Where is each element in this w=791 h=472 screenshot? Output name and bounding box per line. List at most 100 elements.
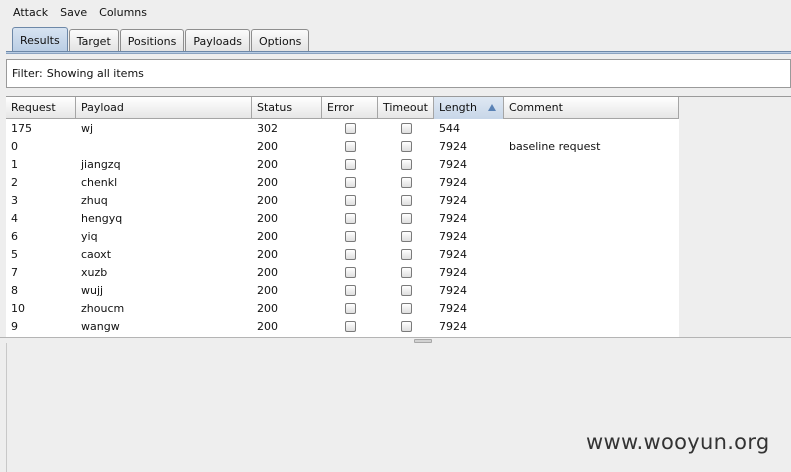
timeout-checkbox	[401, 303, 412, 314]
timeout-checkbox	[401, 177, 412, 188]
table-row[interactable]: 2 chenkl 200 7924	[6, 174, 679, 192]
cell-comment	[504, 282, 679, 300]
timeout-checkbox	[401, 321, 412, 332]
cell-payload: zhuq	[81, 194, 108, 207]
timeout-checkbox	[401, 123, 412, 134]
cell-payload: chenkl	[81, 176, 118, 189]
tab-target[interactable]: Target	[68, 29, 119, 52]
cell-request: 5	[11, 248, 18, 261]
tab-bar: Results Target Positions Payloads Option…	[12, 27, 310, 52]
column-header-error[interactable]: Error	[322, 97, 378, 119]
filter-label: Filter:	[12, 67, 43, 80]
cell-length: 7924	[439, 230, 467, 243]
error-checkbox	[345, 231, 356, 242]
cell-request: 6	[11, 230, 18, 243]
cell-payload: xuzb	[81, 266, 108, 279]
cell-status: 200	[257, 320, 278, 333]
cell-payload: caoxt	[81, 248, 112, 261]
cell-comment	[504, 120, 679, 138]
tab-options[interactable]: Options	[250, 29, 310, 52]
cell-length: 7924	[439, 158, 467, 171]
menu-save[interactable]: Save	[54, 6, 93, 19]
column-header-status[interactable]: Status	[252, 97, 322, 119]
timeout-checkbox	[401, 267, 412, 278]
cell-length: 7924	[439, 212, 467, 225]
table-row[interactable]: 9 wangw 200 7924	[6, 318, 679, 336]
cell-payload: wujj	[81, 284, 104, 297]
cell-status: 200	[257, 230, 278, 243]
cell-comment	[504, 228, 679, 246]
cell-length: 7924	[439, 266, 467, 279]
column-header-comment[interactable]: Comment	[504, 97, 679, 119]
cell-request: 175	[11, 122, 32, 135]
error-checkbox	[345, 267, 356, 278]
cell-status: 200	[257, 266, 278, 279]
cell-status: 200	[257, 284, 278, 297]
error-checkbox	[345, 123, 356, 134]
table-row[interactable]: 7 xuzb 200 7924	[6, 264, 679, 282]
cell-request: 2	[11, 176, 18, 189]
table-row[interactable]: 1 jiangzq 200 7924	[6, 156, 679, 174]
cell-payload: zhoucm	[81, 302, 125, 315]
cell-length: 7924	[439, 194, 467, 207]
cell-request: 10	[11, 302, 25, 315]
table-row[interactable]: 6 yiq 200 7924	[6, 228, 679, 246]
table-row[interactable]: 10 zhoucm 200 7924	[6, 300, 679, 318]
cell-length: 7924	[439, 248, 467, 261]
table-row[interactable]: 8 wujj 200 7924	[6, 282, 679, 300]
cell-payload: wangw	[81, 320, 120, 333]
timeout-checkbox	[401, 213, 412, 224]
column-header-length[interactable]: Length	[434, 97, 504, 119]
cell-payload	[76, 138, 252, 156]
cell-payload: wj	[81, 122, 94, 135]
cell-comment	[504, 318, 679, 336]
column-header-request[interactable]: Request	[6, 97, 76, 119]
error-checkbox	[345, 159, 356, 170]
column-header-timeout[interactable]: Timeout	[378, 97, 434, 119]
cell-request: 1	[11, 158, 18, 171]
cell-comment	[504, 192, 679, 210]
tab-payloads[interactable]: Payloads	[185, 29, 250, 52]
cell-status: 200	[257, 302, 278, 315]
cell-comment	[504, 300, 679, 318]
menu-attack[interactable]: Attack	[7, 6, 54, 19]
column-header-payload[interactable]: Payload	[76, 97, 252, 119]
error-checkbox	[345, 141, 356, 152]
cell-length: 7924	[439, 176, 467, 189]
tab-positions[interactable]: Positions	[119, 29, 185, 52]
menu-bar: Attack Save Columns	[0, 0, 791, 24]
cell-comment	[504, 174, 679, 192]
cell-status: 200	[257, 194, 278, 207]
tab-results[interactable]: Results	[12, 27, 68, 52]
error-checkbox	[345, 213, 356, 224]
cell-status: 200	[257, 140, 278, 153]
filter-value: Showing all items	[46, 67, 144, 80]
table-row[interactable]: 0 200 7924 baseline request	[6, 138, 679, 156]
cell-comment: baseline request	[509, 140, 601, 153]
cell-length: 7924	[439, 140, 467, 153]
timeout-checkbox	[401, 195, 412, 206]
sort-ascending-icon	[488, 104, 496, 111]
cell-request: 8	[11, 284, 18, 297]
filter-bar[interactable]: Filter: Showing all items	[6, 59, 791, 88]
menu-columns[interactable]: Columns	[93, 6, 153, 19]
error-checkbox	[345, 249, 356, 260]
table-row[interactable]: 5 caoxt 200 7924	[6, 246, 679, 264]
cell-request: 7	[11, 266, 18, 279]
cell-status: 200	[257, 176, 278, 189]
timeout-checkbox	[401, 285, 412, 296]
error-checkbox	[345, 321, 356, 332]
cell-length: 7924	[439, 320, 467, 333]
table-row[interactable]: 175 wj 302 544	[6, 120, 679, 138]
cell-comment	[504, 246, 679, 264]
table-header: Request Payload Status Error Timeout Len…	[6, 97, 679, 119]
cell-request: 4	[11, 212, 18, 225]
watermark: www.wooyun.org	[586, 430, 770, 454]
cell-comment	[504, 210, 679, 228]
table-row[interactable]: 4 hengyq 200 7924	[6, 210, 679, 228]
cell-comment	[504, 264, 679, 282]
error-checkbox	[345, 195, 356, 206]
tab-underline	[6, 51, 791, 54]
cell-status: 200	[257, 212, 278, 225]
table-row[interactable]: 3 zhuq 200 7924	[6, 192, 679, 210]
